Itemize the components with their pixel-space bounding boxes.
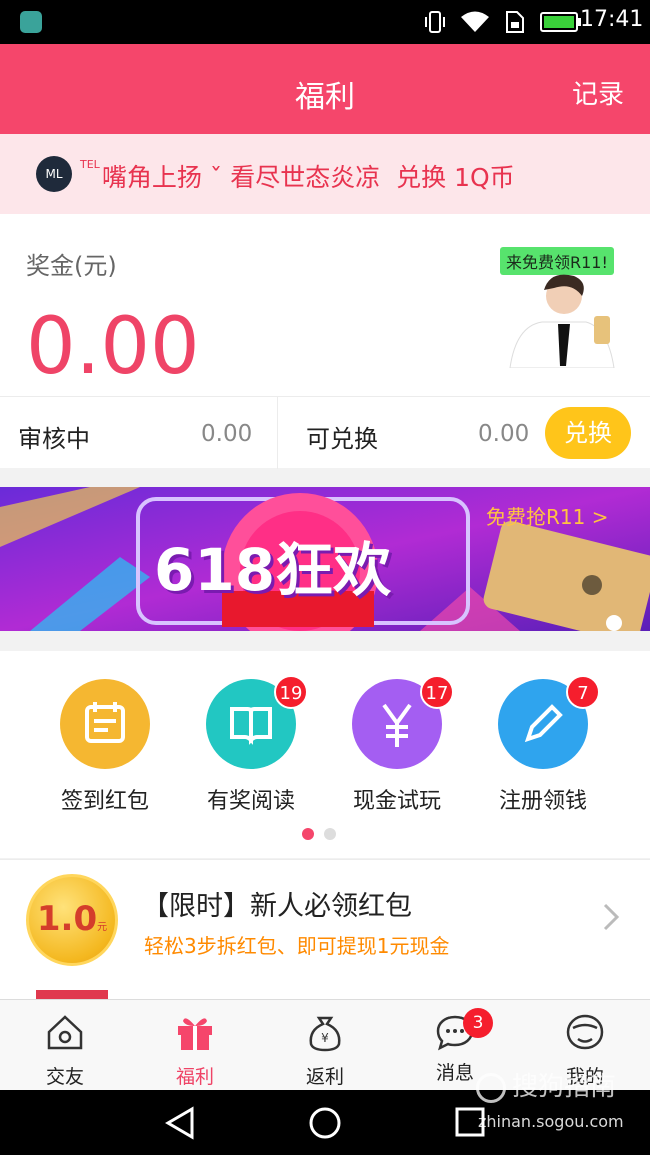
tab-welfare[interactable]: 福利 bbox=[130, 1012, 260, 1089]
promo-person-image[interactable] bbox=[502, 272, 622, 368]
back-icon[interactable] bbox=[164, 1106, 196, 1140]
watermark-url: zhinan.sogou.com bbox=[478, 1112, 624, 1131]
trial-circle: 17 bbox=[352, 675, 454, 769]
svg-text:¥: ¥ bbox=[321, 1031, 329, 1045]
grid-label-reading: 有奖阅读 bbox=[206, 789, 295, 814]
banner-link[interactable]: 免费抢R11 > bbox=[486, 501, 608, 530]
trial-badge: 17 bbox=[420, 675, 454, 709]
status-bar: 17:41 bbox=[0, 0, 650, 44]
money-bag-icon: ¥ bbox=[309, 1016, 341, 1052]
coin-icon: 1.0元 bbox=[26, 874, 118, 966]
grid-item-register[interactable]: 7 注册领钱 bbox=[470, 675, 616, 815]
calendar-icon bbox=[60, 679, 150, 769]
banner-title: 618狂欢 bbox=[154, 536, 392, 604]
signin-circle bbox=[60, 679, 150, 769]
grid-item-reading[interactable]: 19 有奖阅读 bbox=[178, 675, 324, 815]
status-time: 17:41 bbox=[580, 7, 644, 32]
grid-label-trial: 现金试玩 bbox=[352, 789, 441, 814]
balances-row: 审核中 0.00 可兑换 0.00 兑换 bbox=[0, 396, 650, 469]
banner-page-indicator bbox=[606, 615, 622, 631]
register-badge: 7 bbox=[566, 675, 600, 709]
grid-label-register: 注册领钱 bbox=[498, 789, 587, 814]
messages-icon-wrap: 3 bbox=[435, 1008, 493, 1052]
record-button[interactable]: 记录 bbox=[572, 74, 624, 111]
notice-message: 看尽世态炎凉 bbox=[230, 163, 381, 192]
pending-value: 0.00 bbox=[201, 421, 253, 447]
app-header: 福利 记录 bbox=[0, 44, 650, 134]
wifi-icon bbox=[461, 11, 489, 32]
notice-ticker[interactable]: ML TEL嘴角上扬 ˇ 看尽世态炎凉 兑换 1Q币 bbox=[0, 134, 650, 214]
home-nav-icon[interactable] bbox=[308, 1106, 342, 1140]
tab-rebate[interactable]: ¥ 返利 bbox=[260, 1012, 390, 1089]
grid-label-signin: 签到红包 bbox=[60, 789, 149, 814]
screen: 17:41 福利 记录 ML TEL嘴角上扬 ˇ 看尽世态炎凉 兑换 1Q币 奖… bbox=[0, 0, 650, 1155]
face-icon bbox=[566, 1014, 604, 1050]
promo-badge[interactable]: 来免费领R11! bbox=[500, 247, 614, 275]
android-app-icon bbox=[20, 11, 42, 33]
page-dot-active[interactable] bbox=[302, 828, 314, 840]
grid-item-signin[interactable]: 签到红包 bbox=[32, 679, 178, 815]
page-title: 福利 bbox=[295, 80, 355, 115]
chevron-right-icon bbox=[603, 903, 620, 931]
page-dot[interactable] bbox=[324, 828, 336, 840]
tab-label-rebate: 返利 bbox=[305, 1066, 344, 1088]
notice-sender-sup: TEL bbox=[80, 158, 100, 171]
system-icons bbox=[424, 8, 582, 36]
promo-title: 【限时】新人必领红包 bbox=[142, 891, 412, 922]
partial-tag bbox=[36, 990, 108, 999]
battery-icon bbox=[540, 12, 581, 32]
tab-label-welfare: 福利 bbox=[175, 1066, 214, 1088]
notice-sender-suffix: ˇ bbox=[209, 163, 223, 192]
notice-text: TEL嘴角上扬 ˇ 看尽世态炎凉 兑换 1Q币 bbox=[80, 158, 515, 194]
new-user-promo[interactable]: 1.0元 【限时】新人必领红包 轻松3步拆红包、即可提现1元现金 bbox=[0, 859, 650, 977]
vibrate-icon bbox=[425, 11, 445, 33]
grid-page-dots bbox=[302, 828, 336, 840]
bonus-label: 奖金(元) bbox=[26, 252, 117, 280]
exchange-button[interactable]: 兑换 bbox=[545, 407, 631, 459]
redeemable-label: 可兑换 bbox=[306, 425, 378, 453]
bonus-amount: 0.00 bbox=[26, 302, 200, 392]
messages-badge: 3 bbox=[463, 1008, 493, 1038]
sogou-logo-icon bbox=[476, 1072, 506, 1103]
pending-label: 审核中 bbox=[18, 425, 90, 453]
home-icon bbox=[47, 1015, 83, 1050]
tab-friends[interactable]: 交友 bbox=[0, 1012, 130, 1089]
reading-badge: 19 bbox=[274, 675, 308, 709]
tab-label-friends: 交友 bbox=[45, 1066, 84, 1088]
sim-icon bbox=[506, 11, 524, 33]
notice-sender: 嘴角上扬 bbox=[101, 163, 202, 192]
notice-reward: 兑换 1Q币 bbox=[396, 163, 515, 192]
watermark-brand-text: 搜狗指南 bbox=[512, 1072, 617, 1102]
bonus-card: 奖金(元) 0.00 来免费领R11! bbox=[0, 214, 650, 396]
coin-value: 1.0 bbox=[36, 899, 98, 939]
promo-banner[interactable]: 618狂欢 免费抢R11 > bbox=[0, 487, 650, 631]
register-circle: 7 bbox=[498, 675, 600, 769]
coin-unit: 元 bbox=[97, 922, 108, 933]
gift-icon bbox=[178, 1018, 212, 1050]
pending-section: 审核中 0.00 bbox=[0, 397, 278, 469]
reading-circle: 19 bbox=[206, 675, 308, 769]
notice-avatar: ML bbox=[36, 156, 72, 192]
promo-subtitle: 轻松3步拆红包、即可提现1元现金 bbox=[144, 934, 450, 958]
feature-grid: 签到红包 19 有奖阅读 17 现金试玩 7 注册领钱 bbox=[0, 651, 650, 858]
list-item-partial bbox=[0, 977, 650, 999]
redeemable-value: 0.00 bbox=[478, 421, 530, 447]
grid-item-trial[interactable]: 17 现金试玩 bbox=[324, 675, 470, 815]
watermark-brand: 搜狗指南 bbox=[476, 1066, 616, 1103]
